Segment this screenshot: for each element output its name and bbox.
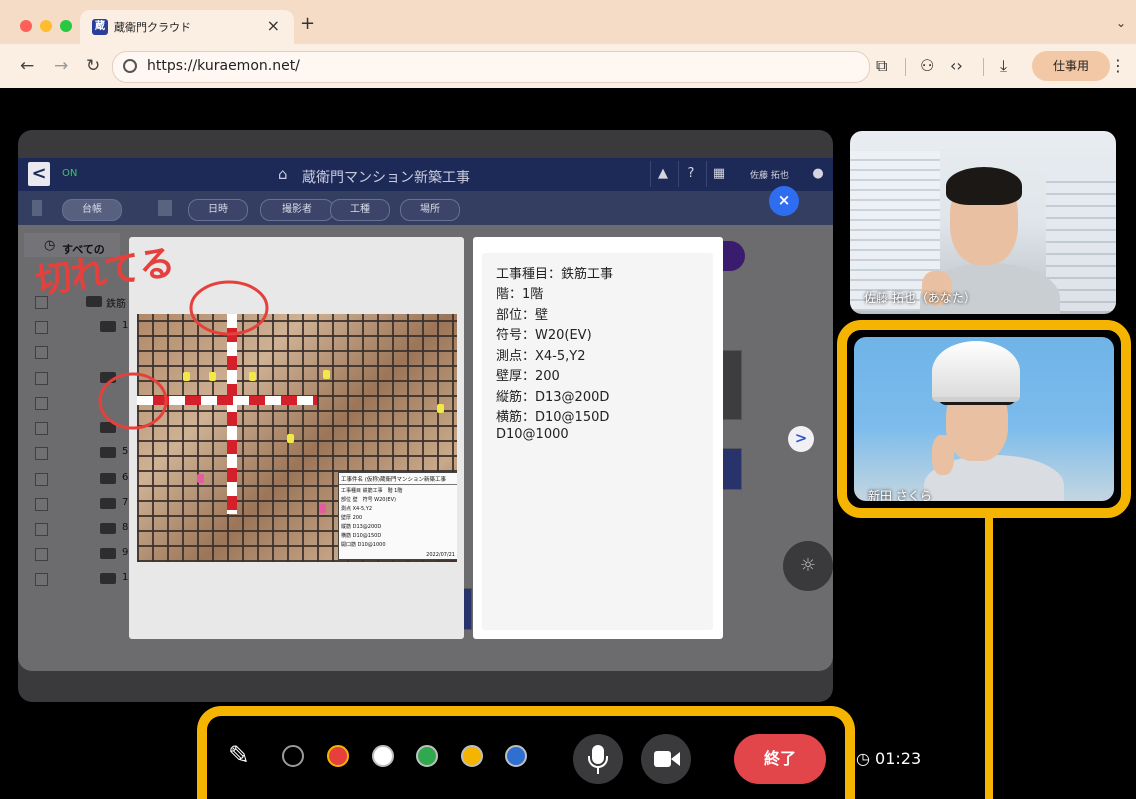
participant-name: 佐藤 拓也（あなた） bbox=[864, 291, 976, 305]
clock-icon: ◷ bbox=[856, 749, 876, 768]
color-red[interactable] bbox=[327, 745, 349, 767]
annotation-circle bbox=[189, 280, 269, 336]
detail-line: 測点：X4-5,Y2 bbox=[496, 349, 586, 364]
detail-line: 符号：W20(EV) bbox=[496, 328, 592, 343]
participant-figure bbox=[946, 167, 1022, 205]
detail-line: 部位：壁 bbox=[496, 308, 549, 323]
detail-line: 横筋：D10@150D bbox=[496, 410, 610, 425]
color-green[interactable] bbox=[416, 745, 438, 767]
video-tile-participant[interactable]: 新田 さくら bbox=[854, 337, 1114, 501]
photo-detail-body: 工事種目：鉄筋工事 階：1階 部位：壁 符号：W20(EV) 測点：X4-5,Y… bbox=[482, 253, 713, 630]
video-tile-self[interactable]: 佐藤 拓也（あなた） bbox=[850, 131, 1116, 314]
mic-icon bbox=[588, 756, 608, 768]
detail-line: 階：1階 bbox=[496, 287, 544, 302]
end-call-button[interactable]: 終了 bbox=[734, 734, 826, 784]
annotation-circle bbox=[98, 372, 168, 430]
camera-button[interactable] bbox=[641, 734, 691, 784]
mic-icon bbox=[597, 768, 599, 774]
color-blue[interactable] bbox=[505, 745, 527, 767]
timer-value: 01:23 bbox=[875, 749, 922, 768]
photo-detail-panel: 工事種目：鉄筋工事 階：1階 部位：壁 符号：W20(EV) 測点：X4-5,Y… bbox=[473, 237, 723, 639]
detail-line: 工事種目：鉄筋工事 bbox=[496, 267, 614, 282]
detail-line: D10@1000 bbox=[496, 427, 569, 442]
hard-hat bbox=[932, 341, 1020, 402]
participant-name: 新田 さくら bbox=[868, 489, 932, 501]
highlight-connector bbox=[985, 518, 993, 799]
detail-line: 壁厚：200 bbox=[496, 369, 560, 384]
mic-button[interactable] bbox=[573, 734, 623, 784]
detail-line: 縦筋：D13@200D bbox=[496, 390, 610, 405]
camera-icon bbox=[671, 752, 680, 766]
camera-icon bbox=[654, 751, 671, 767]
color-black[interactable] bbox=[282, 745, 304, 767]
color-white[interactable] bbox=[372, 745, 394, 767]
participant-hand bbox=[932, 435, 954, 475]
color-yellow[interactable] bbox=[461, 745, 483, 767]
call-timer: ◷ 01:23 bbox=[856, 749, 921, 768]
pen-icon[interactable]: ✎ bbox=[228, 741, 250, 771]
